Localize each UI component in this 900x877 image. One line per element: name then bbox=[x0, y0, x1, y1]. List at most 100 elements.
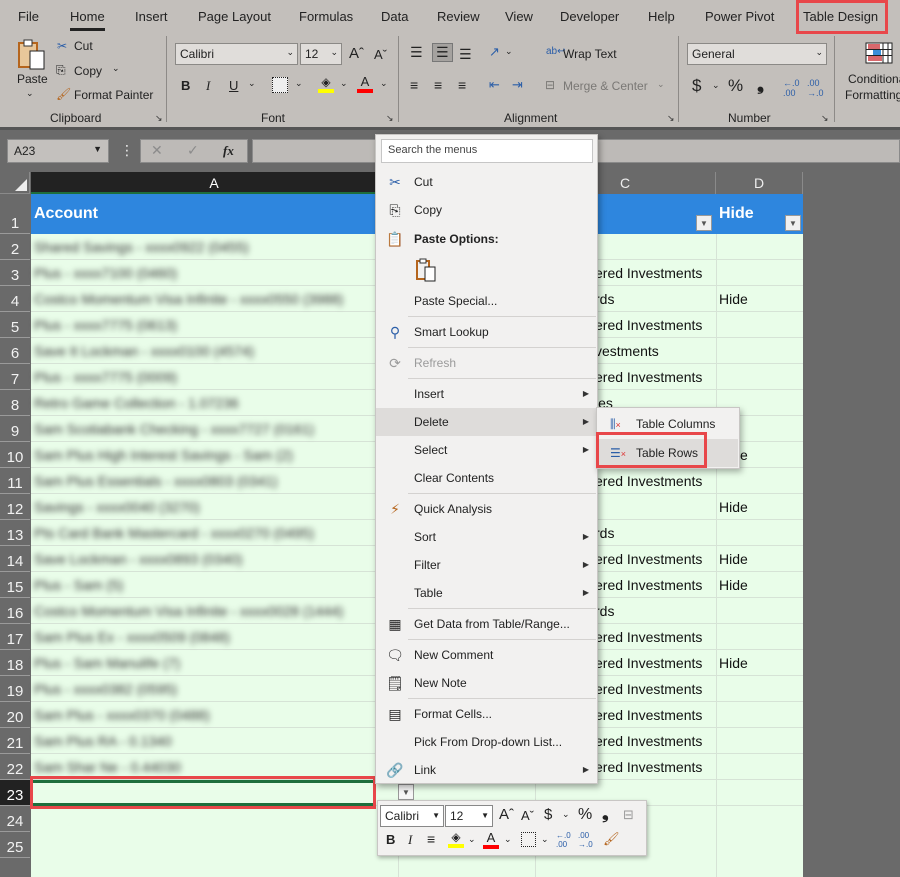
mini-shrink-font-button[interactable]: Aˇ bbox=[521, 808, 534, 823]
currency-button[interactable]: $ bbox=[692, 76, 701, 96]
fill-dropdown-icon[interactable]: ⌄ bbox=[340, 78, 348, 89]
cell-account[interactable]: Plus - xxxx7100 (0460) bbox=[31, 260, 391, 286]
menu-item-get-data[interactable]: ▦ Get Data from Table/Range... bbox=[376, 610, 597, 638]
menu-item-link[interactable]: 🔗 Link ▶ bbox=[376, 756, 597, 784]
mini-font-color-dropdown-icon[interactable]: ⌄ bbox=[504, 834, 512, 845]
menu-item-filter[interactable]: Filter ▶ bbox=[376, 551, 597, 579]
cell-hide[interactable] bbox=[716, 780, 803, 806]
cell-c[interactable]: rds bbox=[595, 598, 715, 624]
cell-c[interactable] bbox=[595, 234, 715, 260]
tab-power-pivot[interactable]: Power Pivot bbox=[705, 9, 774, 24]
row-header[interactable]: 22 bbox=[0, 754, 30, 780]
row-header[interactable]: 19 bbox=[0, 676, 30, 702]
cell-account[interactable]: Costco Momentum Visa Infinite - xxxx0028… bbox=[31, 598, 391, 624]
tab-view[interactable]: View bbox=[505, 9, 533, 24]
paste-option-icon[interactable] bbox=[414, 257, 438, 283]
tab-data[interactable]: Data bbox=[381, 9, 408, 24]
underline-dropdown-icon[interactable]: ⌄ bbox=[248, 78, 256, 89]
font-color-dropdown-icon[interactable]: ⌄ bbox=[380, 78, 388, 89]
cell-account[interactable]: Plus - Sam (5) bbox=[31, 572, 391, 598]
cell-hide[interactable] bbox=[716, 338, 803, 364]
mini-font-color-icon[interactable]: A bbox=[483, 828, 499, 850]
cell-hide[interactable] bbox=[716, 676, 803, 702]
mini-center-icon[interactable]: ≡ bbox=[427, 831, 435, 847]
merge-center-button[interactable]: Merge & Center bbox=[563, 79, 648, 93]
tab-page-layout[interactable]: Page Layout bbox=[198, 9, 271, 24]
menu-item-cut[interactable]: ✂ Cut bbox=[376, 168, 597, 196]
cell-hide[interactable] bbox=[716, 468, 803, 494]
mini-percent-button[interactable]: % bbox=[578, 806, 592, 824]
cut-button[interactable]: Cut bbox=[74, 39, 93, 53]
cell-hide[interactable]: Hide bbox=[716, 286, 803, 312]
mini-size-combo[interactable]: 12 ▼ bbox=[445, 805, 493, 827]
cell-hide[interactable] bbox=[716, 312, 803, 338]
menu-item-paste-special[interactable]: Paste Special... bbox=[376, 287, 597, 315]
row-header[interactable]: 9 bbox=[0, 416, 30, 442]
orientation-dropdown-icon[interactable]: ⌄ bbox=[505, 46, 513, 57]
cell-hide[interactable] bbox=[716, 364, 803, 390]
column-header-d[interactable]: D bbox=[716, 172, 803, 194]
cell-c[interactable]: rds bbox=[595, 520, 715, 546]
cell-account[interactable]: Sam Plus High Interest Savings - Sam (2) bbox=[31, 442, 391, 468]
conditional-formatting-label-2[interactable]: Formatting bbox=[845, 88, 900, 102]
menu-item-copy[interactable]: ⎘ Copy bbox=[376, 196, 597, 224]
font-color-icon[interactable]: A bbox=[357, 74, 373, 94]
cell-hide[interactable] bbox=[716, 260, 803, 286]
cell-account[interactable]: Sam Plus Ex - xxxx0509 (0848) bbox=[31, 624, 391, 650]
cell-c[interactable]: ered Investments bbox=[595, 572, 715, 598]
name-box[interactable]: A23 ▼ bbox=[7, 139, 109, 163]
cell-hide[interactable]: Hide bbox=[716, 546, 803, 572]
borders-dropdown-icon[interactable]: ⌄ bbox=[295, 78, 303, 89]
cell-c[interactable]: ered Investments bbox=[595, 468, 715, 494]
cell-c[interactable]: ered Investments bbox=[595, 624, 715, 650]
row-header[interactable]: 7 bbox=[0, 364, 30, 390]
menu-item-new-comment[interactable]: 🗨 New Comment bbox=[376, 641, 597, 669]
copy-dropdown-icon[interactable]: ⌄ bbox=[112, 63, 120, 74]
font-size-combo[interactable]: 12 ⌄ bbox=[300, 43, 342, 65]
mini-merge-icon[interactable]: ⊟ bbox=[623, 807, 634, 823]
tab-file[interactable]: File bbox=[18, 9, 39, 24]
percent-button[interactable]: % bbox=[728, 76, 743, 96]
font-name-combo[interactable]: Calibri ⌄ bbox=[175, 43, 298, 65]
cell-hide[interactable] bbox=[716, 598, 803, 624]
cell-c[interactable]: vestments bbox=[595, 338, 715, 364]
menu-item-sort[interactable]: Sort ▶ bbox=[376, 523, 597, 551]
mini-bold-button[interactable]: B bbox=[386, 832, 395, 847]
cell-account[interactable]: Save It Lockman - xxxx0100 (4574) bbox=[31, 338, 391, 364]
borders-icon[interactable] bbox=[272, 77, 288, 93]
active-cell-a23[interactable] bbox=[31, 780, 374, 806]
cell-c[interactable]: ered Investments bbox=[595, 650, 715, 676]
menu-item-format-cells[interactable]: ▤ Format Cells... bbox=[376, 700, 597, 728]
cell-hide[interactable] bbox=[716, 728, 803, 754]
mini-borders-icon[interactable] bbox=[521, 832, 536, 847]
cell-c[interactable]: ered Investments bbox=[595, 312, 715, 338]
tab-review[interactable]: Review bbox=[437, 9, 480, 24]
cell-c[interactable]: ered Investments bbox=[595, 364, 715, 390]
mini-increase-decimal-icon[interactable]: ←.0.00 bbox=[556, 831, 571, 849]
grow-font-button[interactable]: Aˆ bbox=[349, 45, 364, 62]
wrap-text-button[interactable]: Wrap Text bbox=[563, 47, 617, 61]
number-format-combo[interactable]: General ⌄ bbox=[687, 43, 827, 65]
align-middle-icon[interactable]: ☰ bbox=[432, 43, 453, 62]
row-header[interactable]: 20 bbox=[0, 702, 30, 728]
row-header[interactable]: 16 bbox=[0, 598, 30, 624]
mini-decrease-decimal-icon[interactable]: .00 →.0 bbox=[578, 831, 593, 849]
row-header[interactable]: 14 bbox=[0, 546, 30, 572]
cell-account[interactable]: Save Lockman - xxxx0893 (0340) bbox=[31, 546, 391, 572]
font-launcher-icon[interactable]: ↘ bbox=[386, 113, 394, 124]
cell-account[interactable]: Sam Plus - xxxx0370 (0488) bbox=[31, 702, 391, 728]
orientation-icon[interactable]: ↗ bbox=[489, 44, 500, 60]
currency-dropdown-icon[interactable]: ⌄ bbox=[712, 80, 720, 91]
tab-developer[interactable]: Developer bbox=[560, 9, 619, 24]
row-header[interactable]: 8 bbox=[0, 390, 30, 416]
select-all-button[interactable] bbox=[0, 172, 30, 194]
mini-font-combo[interactable]: Calibri ▼ bbox=[380, 805, 444, 827]
row-header[interactable]: 21 bbox=[0, 728, 30, 754]
merge-dropdown-icon[interactable]: ⌄ bbox=[657, 79, 665, 90]
decrease-indent-icon[interactable]: ⇤ bbox=[489, 77, 500, 93]
row-header[interactable]: 23 bbox=[0, 780, 30, 806]
row-header[interactable]: 4 bbox=[0, 286, 30, 312]
cell-account[interactable]: Plus - xxxx0382 (0595) bbox=[31, 676, 391, 702]
mini-fill-color-icon[interactable]: ◈ bbox=[448, 828, 464, 850]
cancel-icon[interactable]: ✕ bbox=[151, 142, 163, 159]
